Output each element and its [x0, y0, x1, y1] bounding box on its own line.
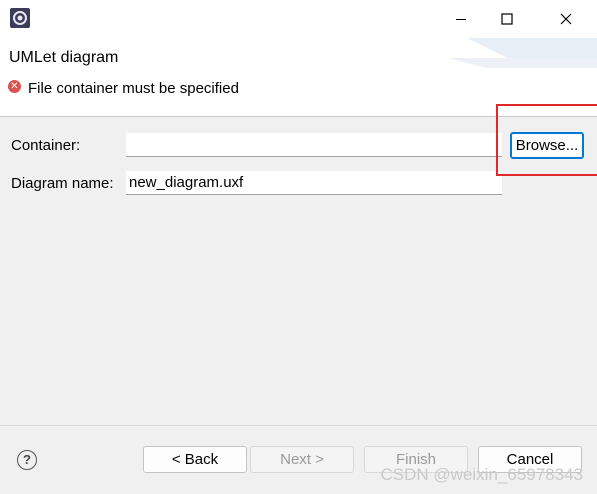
maximize-icon — [501, 13, 513, 25]
eclipse-app-icon — [10, 8, 30, 28]
window-titlebar — [0, 0, 597, 38]
close-button[interactable] — [543, 0, 589, 38]
error-icon: ✕ — [8, 80, 21, 93]
back-button-label: < Back — [171, 451, 219, 468]
minimize-icon — [456, 19, 466, 20]
watermark-text: CSDN @weixin_65978343 — [380, 465, 583, 484]
container-label: Container: — [11, 137, 80, 154]
error-message: File container must be specified — [28, 80, 239, 97]
next-button[interactable]: Next > — [250, 446, 354, 473]
help-icon[interactable]: ? — [17, 450, 37, 470]
diagram-name-input[interactable] — [126, 171, 502, 195]
container-label-text: Container: — [11, 137, 81, 154]
back-button[interactable]: < Back — [143, 446, 247, 473]
diagram-name-label: Diagram name: — [11, 175, 114, 192]
close-icon — [560, 13, 572, 25]
page-title: UMLet diagram — [9, 49, 119, 66]
maximize-button[interactable] — [484, 0, 530, 38]
minimize-button[interactable] — [438, 0, 484, 38]
container-input[interactable] — [126, 133, 502, 157]
highlight-annotation-box — [496, 104, 597, 176]
diagram-name-label-text: Diagram name: — [11, 175, 114, 192]
next-button-label: Next > — [280, 451, 324, 468]
footer-divider — [0, 425, 597, 426]
